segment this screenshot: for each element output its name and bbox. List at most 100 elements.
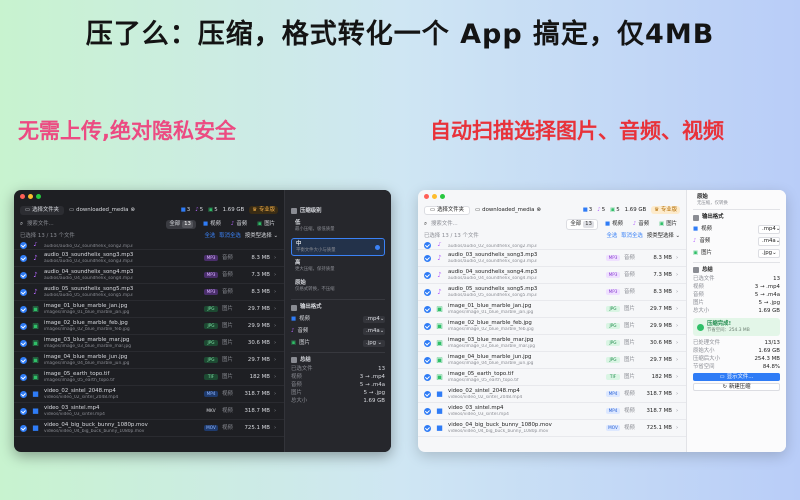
tab-audio[interactable]: ♪ 音频 [228, 220, 250, 229]
checkbox[interactable] [20, 254, 27, 262]
tab-video[interactable]: ■ 视频 [200, 220, 224, 229]
select-by-type-dropdown[interactable]: 按类型选择 ⌄ [245, 233, 278, 240]
clear-folder-icon[interactable]: ⊗ [536, 207, 541, 214]
clear-folder-icon[interactable]: ⊗ [130, 207, 135, 214]
new-compression-button[interactable]: ↻ 新建压缩 [693, 383, 780, 392]
checkbox[interactable] [424, 407, 431, 415]
chevron-right-icon[interactable]: › [676, 255, 680, 262]
checkbox[interactable] [20, 424, 27, 432]
tab-all[interactable]: 全部 13 [166, 220, 196, 229]
file-row[interactable]: ■ video_02_sintel_2048.mp4 videos/video_02… [14, 386, 284, 403]
checkbox[interactable] [20, 242, 27, 249]
breadcrumb[interactable]: ▭ downloaded_media ⊗ [69, 207, 135, 214]
deselect-all-link[interactable]: 取消全选 [621, 233, 643, 240]
chevron-right-icon[interactable]: › [274, 323, 278, 330]
select-all-link[interactable]: 全选 [606, 233, 617, 240]
checkbox[interactable] [424, 390, 431, 398]
checkbox[interactable] [424, 305, 431, 313]
select-by-type-dropdown[interactable]: 按类型选择 ⌄ [647, 233, 680, 240]
deselect-all-link[interactable]: 取消全选 [219, 233, 241, 240]
file-row[interactable]: ♪ audio_03_soundhelix_song3.mp3 audios/aud… [418, 250, 686, 267]
zoom-button[interactable] [36, 194, 41, 199]
checkbox[interactable] [424, 373, 431, 381]
format-select[interactable]: .mp4 ⌄ [758, 225, 780, 234]
file-row[interactable]: ♪ audios/audio_02_soundhelix_song2.mp3 [14, 242, 284, 250]
file-row[interactable]: ♪ audio_04_soundhelix_song4.mp3 audios/aud… [418, 267, 686, 284]
checkbox[interactable] [424, 356, 431, 364]
format-select[interactable]: .m4a ⌄ [758, 237, 780, 246]
zoom-button[interactable] [440, 194, 445, 199]
file-row[interactable]: ▣ image_03_blue_marble_mar.jpg images/imag… [418, 335, 686, 352]
compression-level-option[interactable]: 原始 仅格式转换，不压缩 [291, 278, 385, 296]
compression-level-option[interactable]: 高更大压缩，保持质量 [291, 258, 385, 276]
search-input[interactable]: 搜索文件... [27, 221, 162, 228]
chevron-right-icon[interactable]: › [274, 255, 278, 262]
checkbox[interactable] [424, 322, 431, 330]
chevron-right-icon[interactable]: › [274, 408, 278, 415]
file-row[interactable]: ▣ image_04_blue_marble_jun.jpg images/imag… [418, 352, 686, 369]
file-row[interactable]: ■ video_03_sintel.mp4 videos/video_03_sint… [14, 403, 284, 420]
file-row[interactable]: ▣ image_02_blue_marble_feb.jpg images/imag… [418, 318, 686, 335]
chevron-right-icon[interactable]: › [676, 306, 680, 313]
file-row[interactable]: ■ video_02_sintel_2048.mp4 videos/video_02… [418, 386, 686, 403]
checkbox[interactable] [424, 424, 431, 432]
compression-level-option[interactable]: 低最小压缩，极低质量 [291, 218, 385, 236]
chevron-right-icon[interactable]: › [676, 323, 680, 330]
chevron-right-icon[interactable]: › [274, 272, 278, 279]
chevron-right-icon[interactable]: › [274, 357, 278, 364]
minimize-button[interactable] [28, 194, 33, 199]
file-row[interactable]: ▣ image_05_earth_topo.tif images/image_05_… [14, 369, 284, 386]
chevron-right-icon[interactable]: › [274, 289, 278, 296]
checkbox[interactable] [20, 271, 27, 279]
chevron-right-icon[interactable]: › [676, 289, 680, 296]
pro-badge[interactable]: ♛ 专业版 [651, 205, 680, 215]
chevron-right-icon[interactable]: › [676, 272, 680, 279]
file-row[interactable]: ▣ image_05_earth_topo.tif images/image_05_… [418, 369, 686, 386]
chevron-right-icon[interactable]: › [676, 408, 680, 415]
close-button[interactable] [424, 194, 429, 199]
checkbox[interactable] [20, 356, 27, 364]
checkbox[interactable] [20, 339, 27, 347]
file-row[interactable]: ♪ audios/audio_02_soundhelix_song2.mp3 [418, 242, 686, 250]
file-row[interactable]: ▣ image_04_blue_marble_jun.jpg images/imag… [14, 352, 284, 369]
checkbox[interactable] [424, 254, 431, 262]
checkbox[interactable] [20, 390, 27, 398]
checkbox[interactable] [424, 271, 431, 279]
file-row[interactable]: ♪ audio_03_soundhelix_song3.mp3 audios/aud… [14, 250, 284, 267]
checkbox[interactable] [424, 242, 431, 249]
file-row[interactable]: ▣ image_01_blue_marble_jan.jpg images/imag… [418, 301, 686, 318]
tab-audio[interactable]: ♪ 音频 [630, 220, 652, 229]
tab-all[interactable]: 全部 13 [566, 219, 598, 230]
choose-folder-button[interactable]: ▭ 选择文件夹 [424, 205, 471, 215]
pro-badge[interactable]: ♛ 专业版 [249, 205, 278, 215]
tab-image[interactable]: ▣ 图片 [656, 220, 680, 229]
close-button[interactable] [20, 194, 25, 199]
chevron-right-icon[interactable]: › [274, 425, 278, 432]
format-select[interactable]: .mp4 ⌄ [363, 316, 385, 323]
checkbox[interactable] [424, 288, 431, 296]
breadcrumb[interactable]: ▭ downloaded_media ⊗ [475, 207, 541, 214]
format-select[interactable]: .jpg ⌄ [758, 249, 780, 258]
checkbox[interactable] [20, 407, 27, 415]
format-select[interactable]: .jpg ⌄ [363, 340, 385, 347]
search-input[interactable]: 搜索文件... [431, 221, 562, 228]
checkbox[interactable] [20, 373, 27, 381]
chevron-right-icon[interactable]: › [676, 340, 680, 347]
file-row[interactable]: ▣ image_01_blue_marble_jan.jpg images/imag… [14, 301, 284, 318]
tab-image[interactable]: ▣ 图片 [254, 220, 278, 229]
show-files-button[interactable]: ▭ 显示文件... [693, 373, 780, 382]
chevron-right-icon[interactable]: › [274, 306, 278, 313]
compression-level-raw[interactable]: 原始 无压缩，仅转换 [693, 192, 780, 206]
file-row[interactable]: ■ video_04_big_buck_bunny_1080p.mov videos… [14, 420, 284, 437]
chevron-right-icon[interactable]: › [676, 425, 680, 432]
chevron-right-icon[interactable]: › [676, 357, 680, 364]
checkbox[interactable] [20, 288, 27, 296]
checkbox[interactable] [424, 339, 431, 347]
file-row[interactable]: ▣ image_02_blue_marble_feb.jpg images/imag… [14, 318, 284, 335]
file-row[interactable]: ♪ audio_05_soundhelix_song5.mp3 audios/aud… [14, 284, 284, 301]
chevron-right-icon[interactable]: › [676, 374, 680, 381]
format-select[interactable]: .m4a ⌄ [363, 328, 385, 335]
checkbox[interactable] [20, 322, 27, 330]
file-row[interactable]: ♪ audio_05_soundhelix_song5.mp3 audios/aud… [418, 284, 686, 301]
chevron-right-icon[interactable]: › [676, 391, 680, 398]
